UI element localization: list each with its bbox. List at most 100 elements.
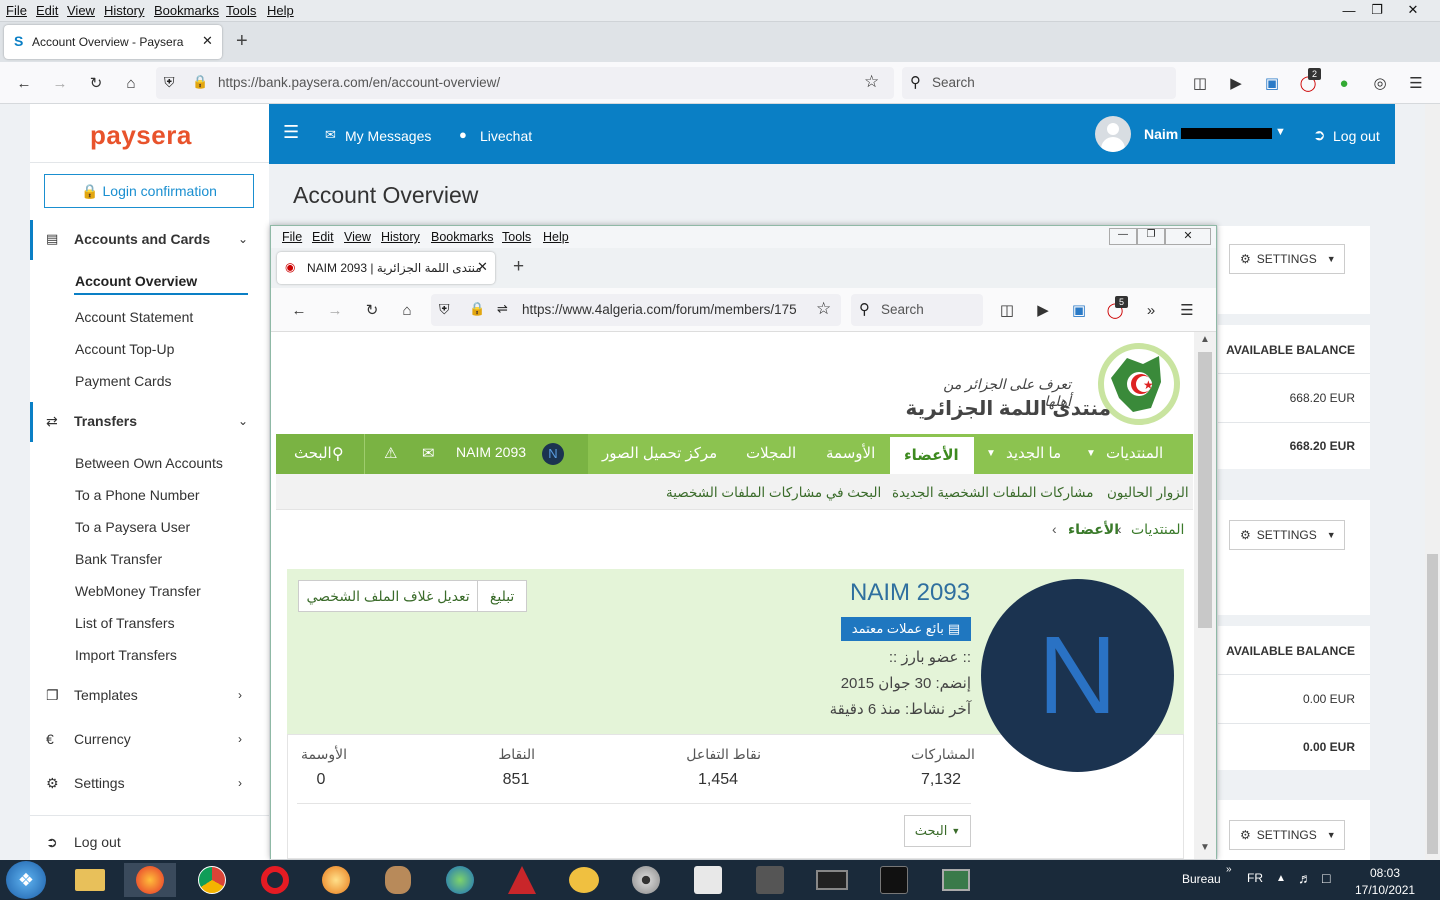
sidebar-item-currency[interactable]: Currency xyxy=(74,731,131,747)
nav-members-active[interactable]: الأعضاء xyxy=(890,434,974,474)
new-tab-icon[interactable]: + xyxy=(236,30,248,53)
sidebar-item-logout[interactable]: Log out xyxy=(74,834,121,850)
menu-edit[interactable]: Edit xyxy=(36,3,58,18)
menu-bookmarks[interactable]: Bookmarks xyxy=(154,3,219,18)
sidebar-item-transfers[interactable]: Transfers xyxy=(74,413,137,429)
home-icon[interactable]: ⌂ xyxy=(397,300,417,320)
nav-username[interactable]: NAIM 2093 xyxy=(456,444,526,460)
tab-close-icon[interactable]: ✕ xyxy=(202,33,213,49)
inner-restore-icon[interactable]: ❐ xyxy=(1137,228,1165,245)
stat-value-posts[interactable]: 7,132 xyxy=(911,771,961,789)
outer-scrollbar[interactable] xyxy=(1425,104,1440,860)
hamburger-icon[interactable]: ☰ xyxy=(283,122,299,143)
start-button[interactable]: ❖ xyxy=(6,861,46,899)
sidebar-item-between-own-accounts[interactable]: Between Own Accounts xyxy=(75,455,223,471)
inner-minimize-icon[interactable]: — xyxy=(1109,228,1137,245)
nav-avatar[interactable]: N xyxy=(542,443,564,465)
sublink-current-visitors[interactable]: الزوار الحاليون xyxy=(1107,485,1189,501)
my-messages-link[interactable]: My Messages xyxy=(345,128,431,144)
reload-icon[interactable]: ↻ xyxy=(86,73,106,93)
inner-menu-view[interactable]: View xyxy=(344,230,371,244)
inner-close-icon[interactable]: ✕ xyxy=(1165,228,1211,245)
taskbar-opera-icon[interactable] xyxy=(257,863,293,897)
nav-upload-center[interactable]: مركز تحميل الصور xyxy=(602,444,717,462)
taskbar-app-disc-icon[interactable] xyxy=(628,863,664,897)
restore-icon[interactable]: ❐ xyxy=(1360,0,1394,20)
taskbar-app-globe-icon[interactable] xyxy=(442,863,478,897)
settings-button-3[interactable]: ⚙ SETTINGS ▼ xyxy=(1229,820,1345,850)
sidebar-item-bank-transfer[interactable]: Bank Transfer xyxy=(75,551,162,567)
menu-history[interactable]: History xyxy=(104,3,144,18)
forward-icon[interactable]: → xyxy=(325,300,345,320)
tray-expand-icon[interactable]: ▲ xyxy=(1276,873,1286,884)
outer-tab-paysera[interactable]: S Account Overview - Paysera ✕ xyxy=(4,25,222,59)
extension-globe-icon[interactable]: ● xyxy=(1334,73,1354,93)
sidebar-item-to-phone[interactable]: To a Phone Number xyxy=(75,487,200,503)
taskbar-explorer-icon[interactable] xyxy=(72,863,108,897)
outer-url-bar[interactable]: ⛨ 🔒 https://bank.paysera.com/en/account-… xyxy=(156,67,894,99)
menu-help[interactable]: Help xyxy=(267,3,294,18)
profile-search-dropdown[interactable]: البحث ▼ xyxy=(904,815,971,847)
nav-magazines[interactable]: المجلات xyxy=(746,444,796,462)
tab-close-icon[interactable]: ✕ xyxy=(477,259,488,275)
breadcrumb-forums[interactable]: المنتديات xyxy=(1131,521,1184,538)
home-icon[interactable]: ⌂ xyxy=(121,73,141,93)
sidebar-item-list-of-transfers[interactable]: List of Transfers xyxy=(75,615,175,631)
network-icon[interactable]: □ xyxy=(1322,870,1330,886)
menu-file[interactable]: File xyxy=(6,3,27,18)
taskbar-app-ew-icon[interactable] xyxy=(752,863,788,897)
screenshot-icon[interactable]: ▣ xyxy=(1069,300,1089,320)
sidebar-item-templates[interactable]: Templates xyxy=(74,687,138,703)
breadcrumb-members[interactable]: الأعضاء xyxy=(1068,521,1119,538)
sublink-search-profile-posts[interactable]: البحث في مشاركات الملفات الشخصية xyxy=(666,485,881,501)
profile-name[interactable]: NAIM 2093 xyxy=(850,579,970,607)
taskbar-app-monitor-icon[interactable] xyxy=(938,863,974,897)
reload-icon[interactable]: ↻ xyxy=(362,300,382,320)
taskbar-chrome-icon[interactable] xyxy=(194,863,230,897)
inner-menu-history[interactable]: History xyxy=(381,230,420,244)
sidebar-item-account-overview[interactable]: Account Overview xyxy=(75,273,197,289)
edit-cover-button[interactable]: تعديل غلاف الملف الشخصي xyxy=(299,581,479,611)
taskbar-app-120x-icon[interactable] xyxy=(504,863,540,897)
envelope-icon[interactable]: ✉ xyxy=(422,444,435,462)
hamburger-menu-icon[interactable]: ☰ xyxy=(1177,300,1197,320)
vpn-icon[interactable]: ◎ xyxy=(1370,73,1390,93)
nav-whats-new[interactable]: ما الجديد xyxy=(1006,444,1061,462)
menu-view[interactable]: View xyxy=(67,3,95,18)
sidebar-item-to-paysera-user[interactable]: To a Paysera User xyxy=(75,519,190,535)
taskbar-app-rabbit-icon[interactable] xyxy=(380,863,416,897)
close-window-icon[interactable]: ✕ xyxy=(1396,0,1430,20)
back-icon[interactable]: ← xyxy=(14,73,34,93)
sidebar-item-import-transfers[interactable]: Import Transfers xyxy=(75,647,177,663)
sidebar-toggle-icon[interactable]: ◫ xyxy=(997,300,1017,320)
user-name[interactable]: Naim xyxy=(1144,126,1178,142)
inner-menu-help[interactable]: Help xyxy=(543,230,569,244)
livechat-link[interactable]: Livechat xyxy=(480,128,532,144)
caret-down-icon[interactable]: ▼ xyxy=(1086,448,1096,459)
volume-icon[interactable]: ♬ xyxy=(1298,870,1312,886)
login-confirmation-button[interactable]: 🔒 Login confirmation xyxy=(44,174,254,208)
overflow-chevrons-icon[interactable]: » xyxy=(1141,300,1161,320)
taskbar-bureau[interactable]: Bureau xyxy=(1182,872,1221,886)
nav-search[interactable]: البحث xyxy=(294,444,332,462)
inner-menu-edit[interactable]: Edit xyxy=(312,230,334,244)
outer-search-box[interactable]: ⚲ Search xyxy=(902,67,1176,99)
inner-menu-file[interactable]: File xyxy=(282,230,302,244)
back-icon[interactable]: ← xyxy=(289,300,309,320)
bookmark-star-icon[interactable]: ☆ xyxy=(864,72,879,92)
inner-url-bar[interactable]: ⛨ 🔒 ⇌ https://www.4algeria.com/forum/mem… xyxy=(431,294,841,326)
report-button[interactable]: تبليغ xyxy=(478,581,526,611)
stat-value-reactions[interactable]: 1,454 xyxy=(693,771,743,789)
profile-avatar[interactable]: N xyxy=(981,579,1174,772)
sidebar-item-accounts-and-cards[interactable]: Accounts and Cards xyxy=(74,231,210,247)
sidebar-toggle-icon[interactable]: ◫ xyxy=(1190,73,1210,93)
chevron-right-icon[interactable]: » xyxy=(1226,864,1232,875)
play-icon[interactable]: ▶ xyxy=(1226,73,1246,93)
stat-value-points[interactable]: 851 xyxy=(491,771,541,789)
new-tab-icon[interactable]: + xyxy=(513,256,524,278)
taskbar-time[interactable]: 08:03 xyxy=(1370,866,1400,880)
taskbar-app-nfs-icon[interactable] xyxy=(876,863,912,897)
hamburger-menu-icon[interactable]: ☰ xyxy=(1406,73,1426,93)
nav-forums[interactable]: المنتديات xyxy=(1106,444,1163,462)
settings-button-2[interactable]: ⚙ SETTINGS ▼ xyxy=(1229,520,1345,550)
